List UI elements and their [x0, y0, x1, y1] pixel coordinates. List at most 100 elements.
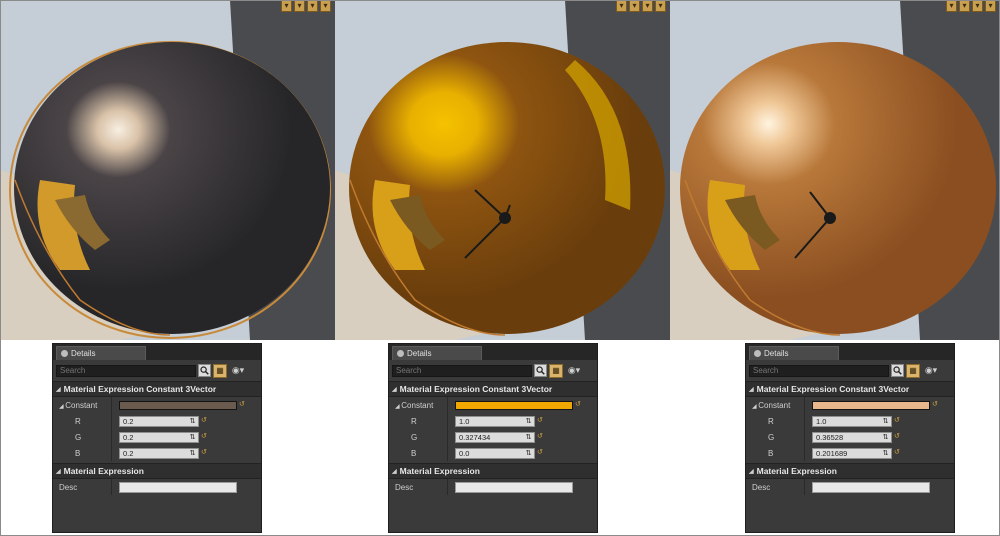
viewport-settings-button[interactable]: ▾ — [985, 0, 996, 12]
viewport-view-button[interactable]: ▾ — [946, 0, 957, 12]
viewport-black-sphere[interactable]: ▾ ▾ ▾ ▾ — [0, 0, 335, 340]
viewport-lit-button[interactable]: ▾ — [959, 0, 970, 12]
details-icon — [754, 350, 761, 357]
spinner-icon[interactable]: ⇅ — [881, 434, 890, 441]
viewport-settings-button[interactable]: ▾ — [655, 0, 666, 12]
g-label: G — [768, 432, 775, 442]
r-value-field[interactable]: 1.0 ⇅ — [812, 415, 892, 427]
section-header-material-expression[interactable]: ◢ Material Expression — [746, 463, 954, 479]
search-input[interactable] — [749, 364, 889, 377]
b-value-field[interactable]: 0.201689 ⇅ — [812, 447, 892, 459]
constant-color-swatch[interactable] — [812, 400, 930, 410]
reset-icon[interactable]: ↺ — [537, 449, 543, 457]
g-label: G — [411, 432, 418, 442]
grid-icon[interactable]: ▦ — [213, 363, 227, 378]
search-icon[interactable] — [891, 364, 904, 377]
g-value-field[interactable]: 0.2 ⇅ — [119, 431, 199, 443]
b-label: B — [411, 448, 417, 458]
g-value-field[interactable]: 0.36528 ⇅ — [812, 431, 892, 443]
spinner-icon[interactable]: ⇅ — [524, 418, 533, 425]
section-title: Material Expression — [756, 466, 837, 476]
section-header-material-expression[interactable]: ◢ Material Expression — [389, 463, 597, 479]
spinner-icon[interactable]: ⇅ — [881, 450, 890, 457]
spinner-icon[interactable]: ⇅ — [188, 434, 197, 441]
r-row: R 1.0 ⇅ ↺ — [389, 413, 597, 429]
g-value-field[interactable]: 0.327434 ⇅ — [455, 431, 535, 443]
reset-icon[interactable]: ↺ — [894, 433, 900, 441]
viewport-camera-button[interactable]: ▾ — [972, 0, 983, 12]
constant-row: ◢ Constant ↺ — [746, 397, 954, 413]
reset-icon[interactable]: ↺ — [894, 417, 900, 425]
constant-label: ◢ Constant — [59, 400, 98, 410]
reset-icon[interactable]: ↺ — [932, 401, 938, 409]
constant-row: ◢ Constant ↺ — [389, 397, 597, 413]
viewport-copper-sphere[interactable]: ▾ ▾ ▾ ▾ — [670, 0, 1000, 340]
constant-label: ◢ Constant — [395, 400, 434, 410]
viewport-view-button[interactable]: ▾ — [616, 0, 627, 12]
r-value-field[interactable]: 0.2 ⇅ — [119, 415, 199, 427]
eye-icon[interactable]: ◉▾ — [565, 365, 583, 377]
r-label: R — [411, 416, 417, 426]
desc-input[interactable] — [812, 481, 930, 493]
viewport-gold-sphere[interactable]: ▾ ▾ ▾ ▾ — [335, 0, 670, 340]
collapse-triangle-icon: ◢ — [749, 468, 754, 475]
tab-details[interactable]: Details — [749, 346, 839, 360]
viewport-lit-button[interactable]: ▾ — [294, 0, 305, 12]
reset-icon[interactable]: ↺ — [537, 433, 543, 441]
spinner-icon[interactable]: ⇅ — [188, 450, 197, 457]
spinner-icon[interactable]: ⇅ — [881, 418, 890, 425]
b-label: B — [75, 448, 81, 458]
spinner-icon[interactable]: ⇅ — [524, 450, 533, 457]
section-header-material-expression[interactable]: ◢ Material Expression — [53, 463, 261, 479]
details-panel-3: Details ▦ ◉▾ ◢ Material Expression Const… — [745, 343, 955, 533]
r-label: R — [768, 416, 774, 426]
g-row: G 0.327434 ⇅ ↺ — [389, 429, 597, 445]
search-icon[interactable] — [534, 364, 547, 377]
search-input[interactable] — [56, 364, 196, 377]
b-value-field[interactable]: 0.2 ⇅ — [119, 447, 199, 459]
details-panel-2: Details ▦ ◉▾ ◢ Material Expression Const… — [388, 343, 598, 533]
reset-icon[interactable]: ↺ — [894, 449, 900, 457]
section-header-constant-3vector[interactable]: ◢ Material Expression Constant 3Vector — [53, 381, 261, 397]
viewport-camera-button[interactable]: ▾ — [642, 0, 653, 12]
reset-icon[interactable]: ↺ — [201, 449, 207, 457]
desc-input[interactable] — [119, 481, 237, 493]
reset-icon[interactable]: ↺ — [201, 417, 207, 425]
section-header-constant-3vector[interactable]: ◢ Material Expression Constant 3Vector — [746, 381, 954, 397]
constant-color-swatch[interactable] — [119, 400, 237, 410]
search-input[interactable] — [392, 364, 532, 377]
section-title: Material Expression — [399, 466, 480, 476]
collapse-triangle-icon: ◢ — [749, 386, 754, 393]
eye-icon[interactable]: ◉▾ — [922, 365, 940, 377]
viewport-camera-button[interactable]: ▾ — [307, 0, 318, 12]
tab-details[interactable]: Details — [56, 346, 146, 360]
reset-icon[interactable]: ↺ — [239, 401, 245, 409]
constant-row: ◢ Constant ↺ — [53, 397, 261, 413]
reset-icon[interactable]: ↺ — [575, 401, 581, 409]
r-value-field[interactable]: 1.0 ⇅ — [455, 415, 535, 427]
search-icon[interactable] — [198, 364, 211, 377]
collapse-triangle-icon: ◢ — [56, 468, 61, 475]
viewport-view-button[interactable]: ▾ — [281, 0, 292, 12]
viewport-toolbar: ▾ ▾ ▾ ▾ — [281, 0, 331, 14]
constant-color-swatch[interactable] — [455, 400, 573, 410]
grid-icon[interactable]: ▦ — [906, 363, 920, 378]
collapse-triangle-icon: ◢ — [392, 386, 397, 393]
section-title: Material Expression Constant 3Vector — [63, 384, 217, 394]
reset-icon[interactable]: ↺ — [537, 417, 543, 425]
eye-icon[interactable]: ◉▾ — [229, 365, 247, 377]
tab-label: Details — [71, 349, 96, 358]
spinner-icon[interactable]: ⇅ — [524, 434, 533, 441]
viewport-lit-button[interactable]: ▾ — [629, 0, 640, 12]
spinner-icon[interactable]: ⇅ — [188, 418, 197, 425]
scene-copper-sphere — [670, 0, 1000, 340]
reset-icon[interactable]: ↺ — [201, 433, 207, 441]
desc-input[interactable] — [455, 481, 573, 493]
viewport-toolbar: ▾ ▾ ▾ ▾ — [616, 0, 666, 14]
section-header-constant-3vector[interactable]: ◢ Material Expression Constant 3Vector — [389, 381, 597, 397]
tab-details[interactable]: Details — [392, 346, 482, 360]
tab-label: Details — [764, 349, 789, 358]
grid-icon[interactable]: ▦ — [549, 363, 563, 378]
viewport-settings-button[interactable]: ▾ — [320, 0, 331, 12]
b-value-field[interactable]: 0.0 ⇅ — [455, 447, 535, 459]
